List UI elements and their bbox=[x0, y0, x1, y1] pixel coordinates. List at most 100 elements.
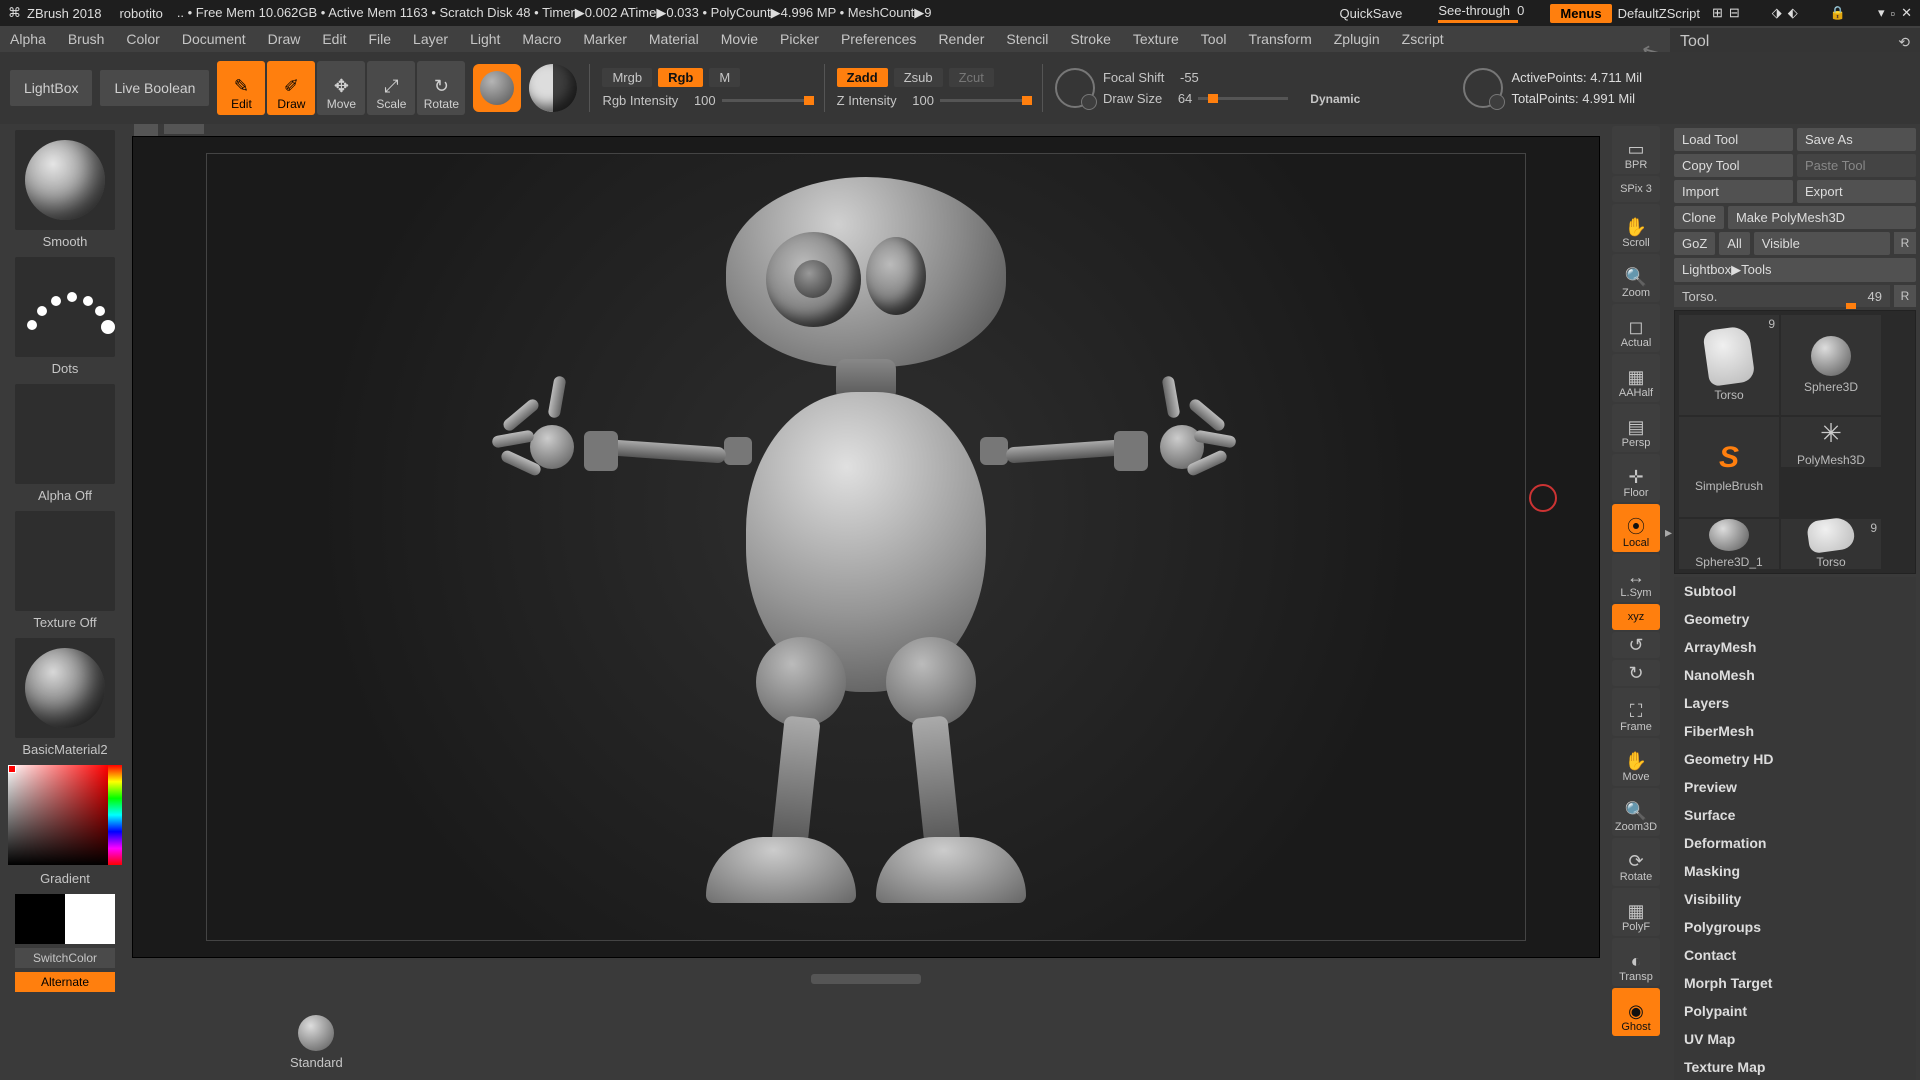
palette-contact[interactable]: Contact bbox=[1674, 941, 1916, 969]
swatch-row[interactable] bbox=[15, 894, 115, 944]
gradient-label[interactable]: Gradient bbox=[40, 871, 90, 886]
menu-zscript[interactable]: Zscript bbox=[1402, 31, 1444, 47]
draw-size-slider[interactable] bbox=[1198, 97, 1288, 100]
right-rotate-button[interactable]: ⟳Rotate bbox=[1612, 838, 1660, 886]
menu-stencil[interactable]: Stencil bbox=[1006, 31, 1048, 47]
paste-tool-button[interactable]: Paste Tool bbox=[1797, 154, 1916, 177]
right-local-button[interactable]: ⦿Local bbox=[1612, 504, 1660, 552]
palette-geometry[interactable]: Geometry bbox=[1674, 605, 1916, 633]
mode-scale-button[interactable]: ⤢Scale bbox=[367, 61, 415, 115]
live-boolean-button[interactable]: Live Boolean bbox=[100, 70, 209, 106]
quicksave-button[interactable]: QuickSave bbox=[1340, 6, 1403, 21]
alternate-button[interactable]: Alternate bbox=[15, 972, 115, 992]
palette-fibermesh[interactable]: FiberMesh bbox=[1674, 717, 1916, 745]
palette-subtool[interactable]: Subtool bbox=[1674, 577, 1916, 605]
lock-icon[interactable]: 🔒 bbox=[1830, 5, 1846, 21]
right-floor-button[interactable]: ✛Floor bbox=[1612, 454, 1660, 502]
thumb-sphere3d[interactable]: Sphere3D bbox=[1781, 315, 1881, 415]
menu-tool[interactable]: Tool bbox=[1201, 31, 1227, 47]
menu-marker[interactable]: Marker bbox=[583, 31, 627, 47]
thumb-polymesh3d[interactable]: ✳PolyMesh3D bbox=[1781, 417, 1881, 467]
palette-masking[interactable]: Masking bbox=[1674, 857, 1916, 885]
goz-button[interactable]: GoZ bbox=[1674, 232, 1715, 255]
clone-button[interactable]: Clone bbox=[1674, 206, 1724, 229]
thumb-sphere3d_1[interactable]: Sphere3D_1 bbox=[1679, 519, 1779, 569]
rgb-button[interactable]: Rgb bbox=[658, 68, 703, 87]
minimize-icon[interactable]: ▾ bbox=[1878, 5, 1885, 21]
goz-all-button[interactable]: All bbox=[1719, 232, 1749, 255]
see-through-slider[interactable]: See-through 0 bbox=[1438, 3, 1524, 23]
right-l.sym-button[interactable]: ↔L.Sym bbox=[1612, 554, 1660, 602]
timeline-handle[interactable] bbox=[811, 974, 921, 984]
maximize-icon[interactable]: ▫ bbox=[1890, 6, 1895, 21]
right-persp-button[interactable]: ▤Persp bbox=[1612, 404, 1660, 452]
standard-brush[interactable]: Standard bbox=[290, 1015, 343, 1070]
menu-document[interactable]: Document bbox=[182, 31, 246, 47]
goz-r-button[interactable]: R bbox=[1894, 232, 1916, 254]
right-transp-button[interactable]: ◐Transp bbox=[1612, 938, 1660, 986]
thumb-torso[interactable]: 9Torso bbox=[1679, 315, 1779, 415]
gizmo-3d-button[interactable] bbox=[473, 64, 521, 112]
palette-texture-map[interactable]: Texture Map bbox=[1674, 1053, 1916, 1080]
right-zoom-button[interactable]: 🔍Zoom bbox=[1612, 254, 1660, 302]
right-actual-button[interactable]: ◻Actual bbox=[1612, 304, 1660, 352]
lightbox-button[interactable]: LightBox bbox=[10, 70, 92, 106]
menu-edit[interactable]: Edit bbox=[322, 31, 346, 47]
import-button[interactable]: Import bbox=[1674, 180, 1793, 203]
menu-color[interactable]: Color bbox=[126, 31, 159, 47]
right-ghost-button[interactable]: ◉Ghost bbox=[1612, 988, 1660, 1036]
right-aahalf-button[interactable]: ▦AAHalf bbox=[1612, 354, 1660, 402]
mode-rotate-button[interactable]: ↻Rotate bbox=[417, 61, 465, 115]
right-xyz-button[interactable]: xyz bbox=[1612, 604, 1660, 630]
menu-draw[interactable]: Draw bbox=[268, 31, 301, 47]
palette-nanomesh[interactable]: NanoMesh bbox=[1674, 661, 1916, 689]
recycle-icon[interactable]: ⟲ bbox=[1898, 34, 1910, 51]
dock-right-icon[interactable]: ⬖ bbox=[1788, 5, 1798, 21]
palette-uv-map[interactable]: UV Map bbox=[1674, 1025, 1916, 1053]
right-↻-button[interactable]: ↻ bbox=[1612, 660, 1660, 686]
save-as-button[interactable]: Save As bbox=[1797, 128, 1916, 151]
menu-picker[interactable]: Picker bbox=[780, 31, 819, 47]
menu-layer[interactable]: Layer bbox=[413, 31, 448, 47]
hue-strip[interactable] bbox=[108, 765, 122, 865]
layout-icon-1[interactable]: ⊞ bbox=[1712, 5, 1723, 21]
palette-arraymesh[interactable]: ArrayMesh bbox=[1674, 633, 1916, 661]
menu-macro[interactable]: Macro bbox=[522, 31, 561, 47]
layout-icon-2[interactable]: ⊟ bbox=[1729, 5, 1740, 21]
right-spix-button[interactable]: SPix 3 bbox=[1612, 176, 1660, 202]
mode-draw-button[interactable]: ✐Draw bbox=[267, 61, 315, 115]
palette-polypaint[interactable]: Polypaint bbox=[1674, 997, 1916, 1025]
dock-left-icon[interactable]: ⬗ bbox=[1772, 5, 1782, 21]
stroke-thumb[interactable] bbox=[15, 257, 115, 357]
zadd-button[interactable]: Zadd bbox=[837, 68, 888, 87]
menu-movie[interactable]: Movie bbox=[721, 31, 758, 47]
thumb-simplebrush[interactable]: SSimpleBrush bbox=[1679, 417, 1779, 517]
polycount-dial[interactable] bbox=[1463, 68, 1503, 108]
defaultzscript-button[interactable]: DefaultZScript bbox=[1618, 6, 1700, 21]
palette-visibility[interactable]: Visibility bbox=[1674, 885, 1916, 913]
torso-slider[interactable]: Torso.49 bbox=[1674, 285, 1890, 307]
mrgb-button[interactable]: Mrgb bbox=[602, 68, 652, 87]
right-polyf-button[interactable]: ▦PolyF bbox=[1612, 888, 1660, 936]
export-button[interactable]: Export bbox=[1797, 180, 1916, 203]
menu-render[interactable]: Render bbox=[938, 31, 984, 47]
menu-alpha[interactable]: Alpha bbox=[10, 31, 46, 47]
copy-tool-button[interactable]: Copy Tool bbox=[1674, 154, 1793, 177]
thumb-torso[interactable]: 9Torso bbox=[1781, 519, 1881, 569]
menu-texture[interactable]: Texture bbox=[1133, 31, 1179, 47]
mode-edit-button[interactable]: ✎Edit bbox=[217, 61, 265, 115]
close-icon[interactable]: ✕ bbox=[1901, 5, 1912, 21]
load-tool-button[interactable]: Load Tool bbox=[1674, 128, 1793, 151]
palette-layers[interactable]: Layers bbox=[1674, 689, 1916, 717]
dynamic-button[interactable]: Dynamic bbox=[1310, 92, 1360, 106]
rgb-intensity-slider[interactable] bbox=[722, 99, 812, 102]
menu-preferences[interactable]: Preferences bbox=[841, 31, 916, 47]
m-button[interactable]: M bbox=[709, 68, 740, 87]
menu-zplugin[interactable]: Zplugin bbox=[1334, 31, 1380, 47]
right-bpr-button[interactable]: ▭BPR bbox=[1612, 126, 1660, 174]
draw-size-dial[interactable] bbox=[1055, 68, 1095, 108]
texture-thumb[interactable] bbox=[15, 511, 115, 611]
menus-button[interactable]: Menus bbox=[1550, 4, 1611, 23]
sculptris-button[interactable] bbox=[529, 64, 577, 112]
menu-material[interactable]: Material bbox=[649, 31, 699, 47]
